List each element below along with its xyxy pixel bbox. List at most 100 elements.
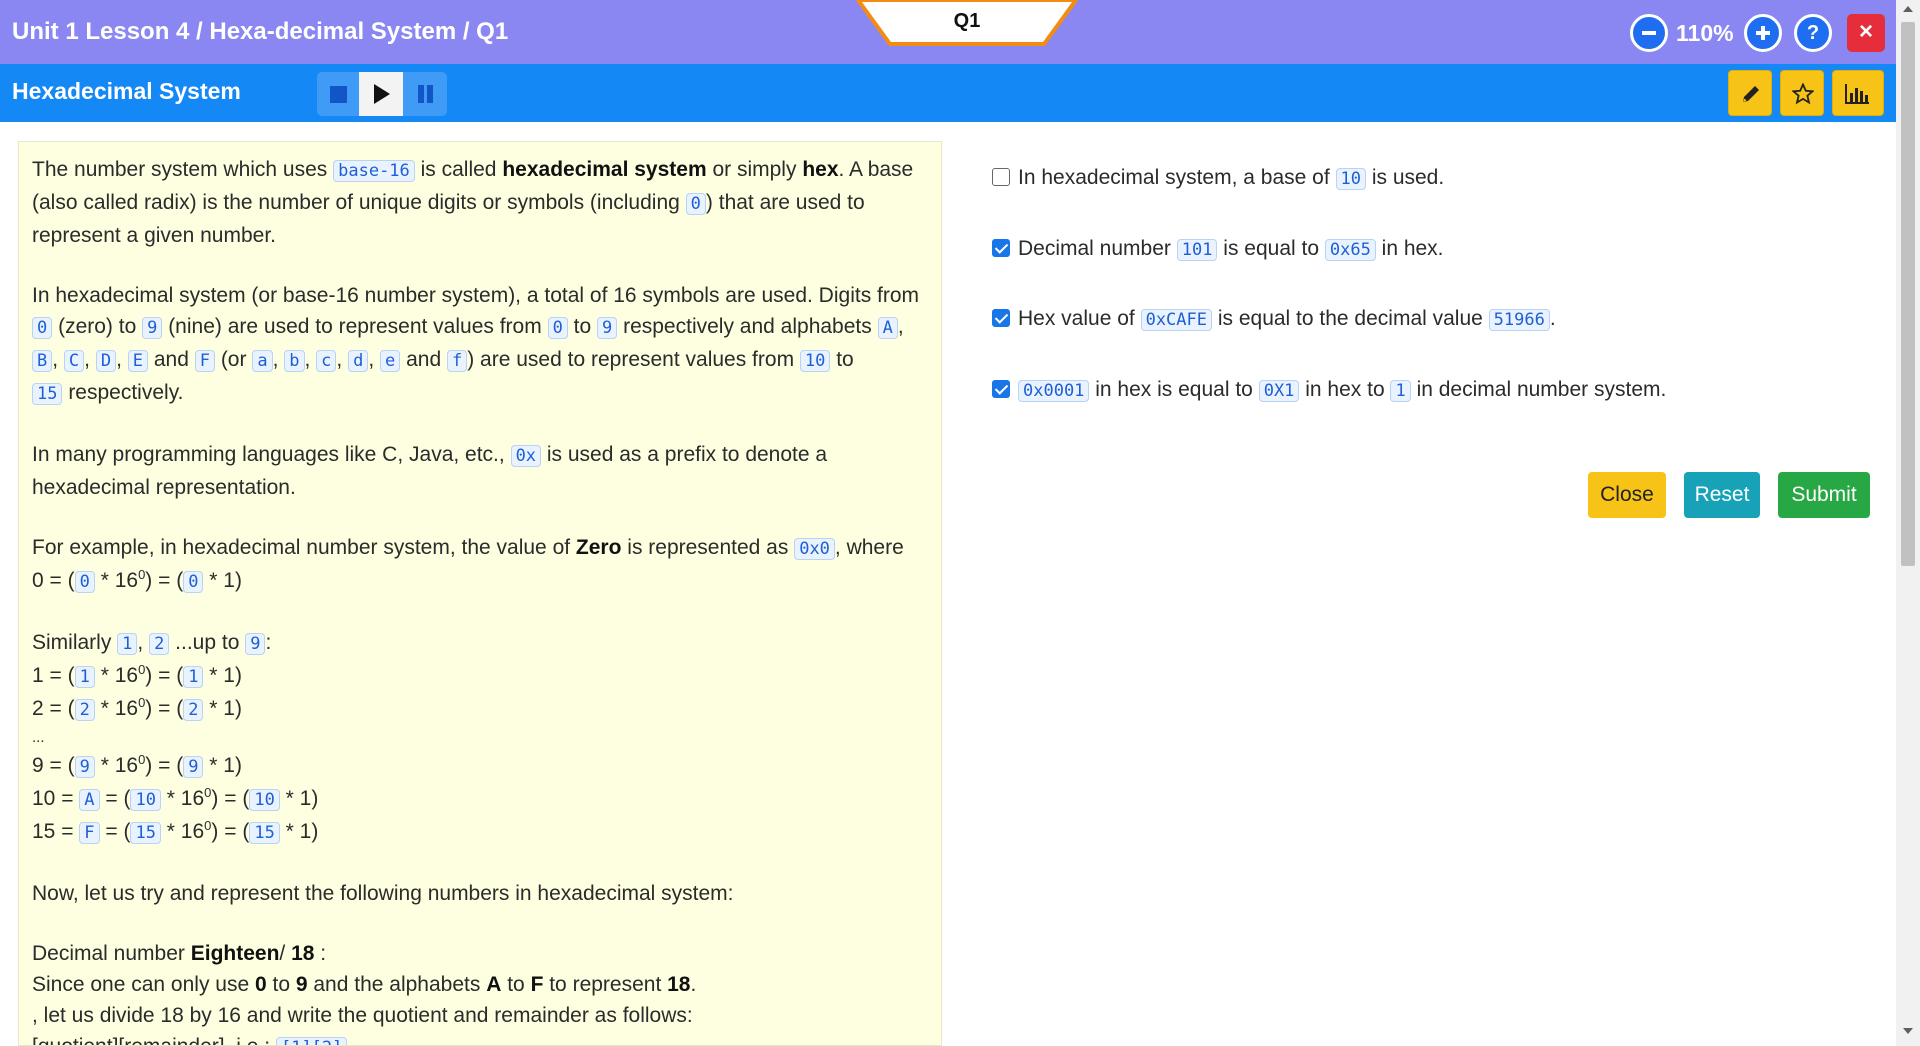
code-chip: 15 [249,822,280,844]
text-span: in hex is equal to [1089,378,1259,401]
option-4[interactable]: 0x0001 in hex is equal to 0X1 in hex to … [992,378,1666,402]
text-span: , where [834,536,904,559]
code-chip: e [380,350,401,372]
text-span: respectively. [62,381,184,404]
star-button[interactable] [1780,70,1824,116]
code-chip: 0 [685,193,706,215]
text-span: (also called radix) is the number of uni… [32,191,686,214]
text-span: * 1) [203,754,242,777]
code-chip: 15 [32,383,63,405]
option-2[interactable]: Decimal number 101 is equal to 0x65 in h… [992,237,1444,261]
code-chip: 10 [1335,168,1366,190]
scroll-up-arrow[interactable] [1903,6,1913,12]
text-span: Similarly [32,631,118,654]
option-1[interactable]: In hexadecimal system, a base of 10 is u… [992,166,1444,190]
text-span: ) that are used to [705,191,865,214]
pause-icon[interactable] [403,72,447,116]
pencil-icon [1743,86,1759,102]
option-4-checkbox[interactable] [992,380,1010,398]
code-chip: b [284,350,305,372]
code-chip: 51966 [1488,309,1550,331]
text-span: / [279,942,292,965]
text-span: Eighteen [190,942,280,965]
close-button[interactable]: Close [1588,472,1666,518]
text-span: * 16 [160,820,205,843]
lesson-title: Hexadecimal System [12,78,241,104]
text-span: ... [32,729,45,746]
text-span: ) = ( [145,664,184,687]
text-span: In hexadecimal system, a base of [1018,166,1336,189]
breadcrumb: Unit 1 Lesson 4 / Hexa-decimal System / … [12,18,509,45]
text-span: ...up to [169,631,246,654]
zoom-level: 110% [1676,20,1734,46]
star-icon [1792,83,1814,105]
code-chip: 2 [74,699,95,721]
text-span: is used as a prefix to denote a [541,443,828,466]
zoom-in-button[interactable] [1744,14,1782,52]
text-span: ) = ( [211,820,250,843]
question-tab[interactable]: Q1 [856,0,1078,46]
text-span: * 1) [279,787,319,810]
text-span: is called [414,158,503,181]
text-span: The number system which uses [32,158,334,181]
text-span: * 16 [94,569,139,592]
lesson-content-panel: The number system which uses base-16 is … [18,141,942,1046]
option-1-checkbox[interactable] [992,168,1010,186]
code-chip: 0x0001 [1018,380,1090,402]
reset-button[interactable]: Reset [1684,472,1760,518]
code-chip: A [877,317,898,339]
question-tab-label: Q1 [953,10,981,32]
text-span: (nine) are used to represent values from [162,315,548,338]
submit-button[interactable]: Submit [1778,472,1870,518]
code-chip: 0x0 [794,538,835,560]
code-chip: 9 [142,317,163,339]
text-span: 0 [254,973,267,996]
code-chip: 0x [510,445,542,467]
text-span: hex [802,158,839,181]
text-span: 2 = ( [32,697,75,720]
code-chip: E [127,350,149,372]
code-chip: F [79,822,100,844]
paragraph-similarly: Similarly 1, 2 ...up to 9: 1 = (1 * 160)… [32,627,929,849]
text-span: (zero) to [52,315,143,338]
code-chip: F [194,350,215,372]
chart-button[interactable] [1832,70,1884,116]
close-window-button[interactable]: × [1847,14,1885,52]
code-chip: c [316,350,337,372]
text-span: Decimal number [1018,237,1177,260]
text-span: and the alphabets [307,973,487,996]
text-span: For example, in hexadecimal number syste… [32,536,576,559]
text-span: * 16 [94,697,139,720]
text-span: 1 = ( [32,664,75,687]
text-span: [quotient][remainder], i.e.: [32,1035,276,1045]
text-span: ) are used to represent values from [467,348,800,371]
code-chip: 1 [117,633,138,655]
scroll-down-arrow[interactable] [1903,1028,1913,1034]
code-chip: [1][2] [275,1037,348,1045]
text-span: F [530,973,544,996]
text-span: 18 [667,973,691,996]
text-span: ) = ( [211,787,250,810]
option-2-checkbox[interactable] [992,239,1010,257]
text-span: 9 [295,973,308,996]
text-span: to [830,348,854,371]
option-3[interactable]: Hex value of 0xCAFE is equal to the deci… [992,307,1556,331]
media-controls [317,72,447,116]
zoom-out-button[interactable] [1630,14,1668,52]
paragraph-now: Now, let us try and represent the follow… [32,882,734,905]
code-chip: 0 [183,571,204,593]
pencil-button[interactable] [1728,70,1772,116]
scroll-thumb[interactable] [1901,22,1915,566]
text-span: and [400,348,447,371]
vertical-scrollbar[interactable] [1896,0,1920,1046]
option-3-checkbox[interactable] [992,309,1010,327]
code-chip: base-16 [333,160,415,182]
text-span: Since one can only use [32,973,255,996]
text-span: 18 [291,942,315,965]
play-icon[interactable] [359,72,403,116]
text-span: * 1) [203,569,242,592]
stop-icon[interactable] [317,72,359,116]
help-button[interactable]: ? [1794,14,1832,52]
code-chip: 0 [74,571,95,593]
code-chip: 9 [245,633,266,655]
